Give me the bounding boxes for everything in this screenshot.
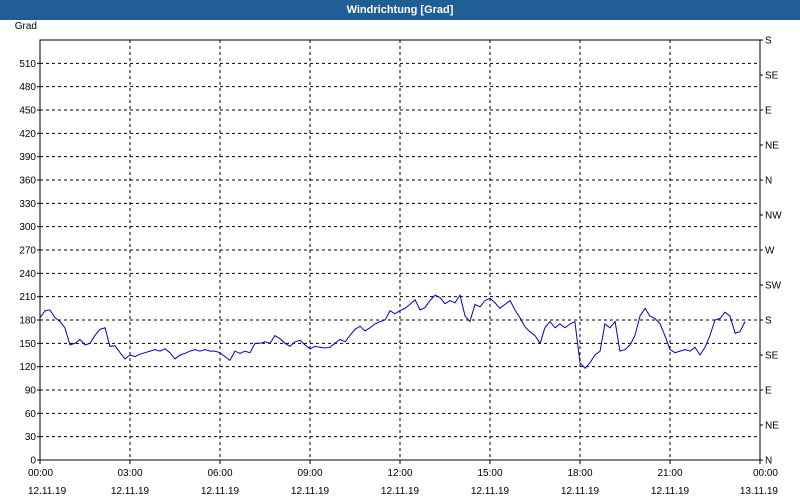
x-axis-ticks: 00:00 12.11.19 03:00 12.11.19 06:00 12.11.19 0… bbox=[28, 460, 778, 497]
y2-tick-label: W bbox=[765, 246, 775, 257]
x-tick-time-label: 06:00 bbox=[207, 468, 232, 479]
x-tick-time-label: 18:00 bbox=[567, 468, 592, 479]
x-tick-date-label: 12.11.19 bbox=[561, 486, 600, 497]
y2-axis-ticks: N NE E SE S SW W NW N NE E SE S bbox=[760, 36, 782, 467]
x-tick-time-label: 21:00 bbox=[657, 468, 682, 479]
y-tick-label: 480 bbox=[19, 82, 36, 93]
y-tick-label: 420 bbox=[19, 129, 36, 140]
x-tick-time-label: 15:00 bbox=[477, 468, 502, 479]
y-tick-label: 120 bbox=[19, 362, 36, 373]
x-tick-time-label: 00:00 bbox=[28, 468, 53, 479]
y2-tick-label: E bbox=[765, 106, 772, 117]
x-tick-date-label: 12.11.19 bbox=[471, 486, 510, 497]
x-tick-date-label: 12.11.19 bbox=[201, 486, 240, 497]
x-tick-time-label: 09:00 bbox=[297, 468, 322, 479]
y2-tick-label: N bbox=[765, 176, 772, 187]
y2-tick-label: E bbox=[765, 386, 772, 397]
y-axis-ticks: 0 30 60 90 120 150 180 210 240 270 300 330 360 390 420… bbox=[19, 59, 40, 467]
y-tick-label: 30 bbox=[25, 432, 37, 443]
y-tick-label: 0 bbox=[30, 456, 36, 467]
x-tick-time-label: 12:00 bbox=[387, 468, 412, 479]
y2-tick-label: SE bbox=[765, 351, 779, 362]
y-tick-label: 270 bbox=[19, 246, 36, 257]
wind-direction-chart: 0 30 60 90 120 150 180 210 240 270 300 330 360 390 420… bbox=[15, 21, 782, 497]
y2-tick-label: N bbox=[765, 456, 772, 467]
window-title: Windrichtung [Grad] bbox=[0, 0, 800, 20]
x-tick-date-label: 13.11.19 bbox=[740, 486, 779, 497]
x-tick-time-label: 00:00 bbox=[753, 468, 778, 479]
y2-tick-label: NW bbox=[765, 211, 782, 222]
y-tick-label: 60 bbox=[25, 409, 37, 420]
y-tick-label: 240 bbox=[19, 269, 36, 280]
y2-tick-label: S bbox=[765, 36, 772, 47]
y2-tick-label: NE bbox=[765, 141, 779, 152]
y-tick-label: 390 bbox=[19, 152, 36, 163]
y-tick-label: 180 bbox=[19, 316, 36, 327]
x-tick-date-label: 12.11.19 bbox=[381, 486, 420, 497]
y-tick-label: 150 bbox=[19, 339, 36, 350]
y2-tick-label: S bbox=[765, 316, 772, 327]
y-tick-label: 450 bbox=[19, 106, 36, 117]
x-tick-date-label: 12.11.19 bbox=[651, 486, 690, 497]
y-axis-label: Grad bbox=[15, 21, 37, 32]
x-tick-time-label: 03:00 bbox=[117, 468, 142, 479]
y2-tick-label: SE bbox=[765, 71, 779, 82]
x-tick-date-label: 12.11.19 bbox=[28, 486, 67, 497]
y-tick-label: 300 bbox=[19, 222, 36, 233]
y-tick-label: 210 bbox=[19, 292, 36, 303]
y2-tick-label: NE bbox=[765, 421, 779, 432]
x-tick-date-label: 12.11.19 bbox=[291, 486, 330, 497]
y-tick-label: 330 bbox=[19, 199, 36, 210]
y-tick-label: 510 bbox=[19, 59, 36, 70]
y-tick-label: 90 bbox=[25, 386, 37, 397]
y2-tick-label: SW bbox=[765, 281, 782, 292]
y-tick-label: 360 bbox=[19, 176, 36, 187]
x-tick-date-label: 12.11.19 bbox=[111, 486, 150, 497]
